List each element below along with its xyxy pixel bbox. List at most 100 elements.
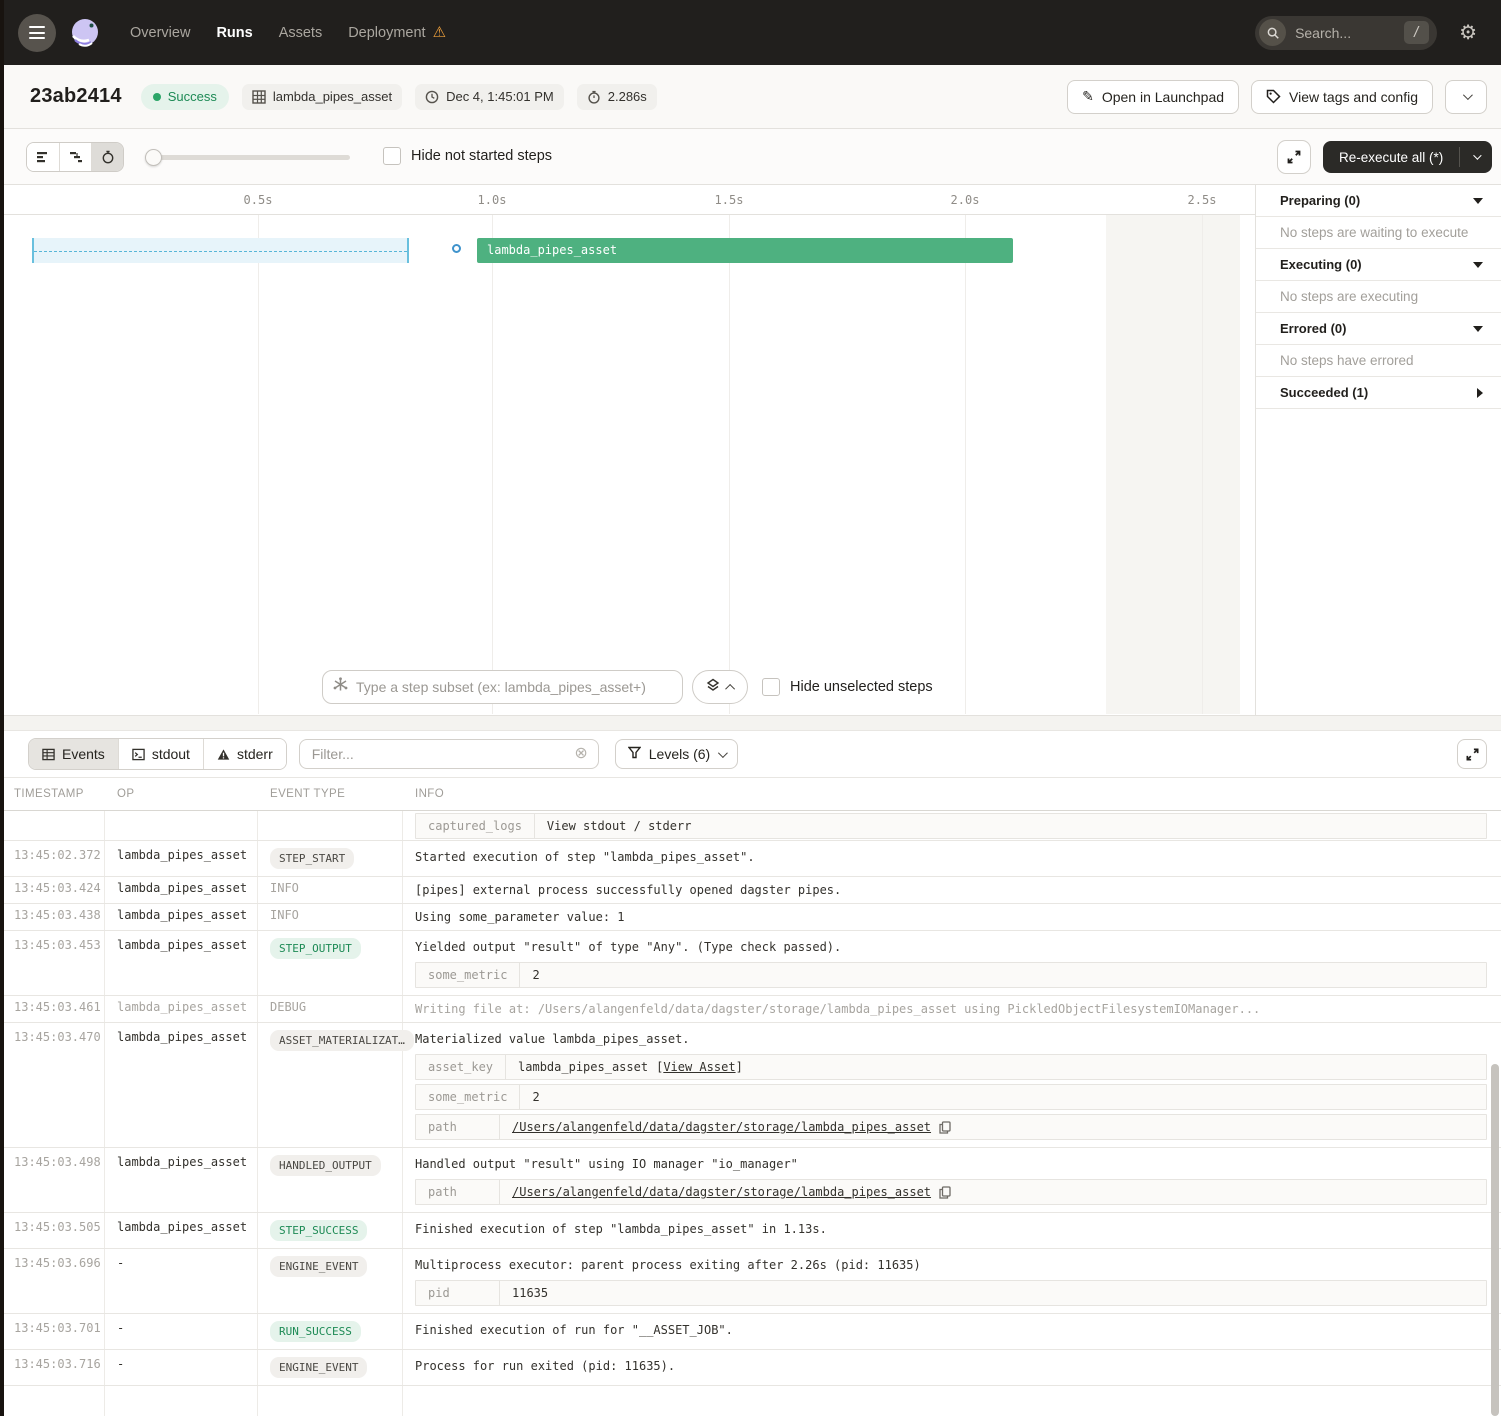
view-waterfall-button[interactable]: [59, 143, 91, 171]
step-layers-button[interactable]: [692, 670, 748, 704]
sidebar-section-title: Succeeded (1): [1280, 385, 1477, 400]
view-tags-config-button[interactable]: View tags and config: [1251, 80, 1433, 114]
nav-item-label: Overview: [130, 25, 190, 41]
tab-stdout[interactable]: stdout: [118, 739, 203, 769]
event-row[interactable]: 13:45:03.453lambda_pipes_assetSTEP_OUTPU…: [0, 931, 1501, 996]
event-metadata-table: asset_keylambda_pipes_asset[View Asset]s…: [415, 1054, 1487, 1140]
gear-icon[interactable]: ⚙: [1459, 23, 1477, 43]
filter-clear-icon[interactable]: ⊗: [574, 746, 587, 762]
metadata-path-link[interactable]: /Users/alangenfeld/data/dagster/storage/…: [512, 1120, 931, 1134]
job-tag[interactable]: lambda_pipes_asset: [242, 84, 402, 110]
zoom-slider-track[interactable]: [153, 155, 350, 160]
metadata-value-text: View stdout / stderr: [547, 819, 692, 833]
hide-not-started-control: Hide not started steps: [383, 147, 552, 165]
search-placeholder: Search...: [1295, 25, 1404, 41]
event-row[interactable]: 13:45:03.461lambda_pipes_assetDEBUGWriti…: [0, 996, 1501, 1023]
sidebar-section-errored[interactable]: Errored (0): [1256, 313, 1501, 345]
start-time-tag: Dec 4, 1:45:01 PM: [415, 84, 564, 110]
event-info: Using some_parameter value: 1: [403, 904, 1501, 930]
layers-icon: [706, 678, 720, 697]
panel-splitter[interactable]: [0, 715, 1501, 731]
clock-icon: [425, 90, 439, 104]
event-row[interactable]: 13:45:03.505lambda_pipes_assetSTEP_SUCCE…: [0, 1213, 1501, 1249]
reexecute-all-button[interactable]: Re-execute all (*): [1323, 141, 1492, 173]
event-info-text: Yielded output "result" of type "Any". (…: [415, 938, 1487, 956]
metadata-entry: asset_keylambda_pipes_asset[View Asset]: [415, 1054, 1487, 1080]
step-subset-icon: [333, 677, 348, 697]
step-subset-input[interactable]: [356, 679, 672, 695]
dagster-logo[interactable]: [64, 12, 106, 54]
event-op: [105, 811, 258, 840]
event-op: lambda_pipes_asset: [105, 904, 258, 930]
top-navbar: Overview Runs Assets Deployment⚠ Search... …: [0, 0, 1501, 65]
event-type: ENGINE_EVENT: [258, 1350, 403, 1385]
hide-unselected-checkbox[interactable]: [762, 678, 780, 696]
event-type: STEP_START: [258, 841, 403, 876]
event-row[interactable]: 13:45:03.424lambda_pipes_assetINFO[pipes…: [0, 877, 1501, 904]
levels-dropdown-button[interactable]: Levels (6): [615, 739, 738, 769]
event-info: [pipes] external process successfully op…: [403, 877, 1501, 903]
table-icon: [42, 748, 55, 761]
gantt-chart: 0.5s1.0s1.5s2.0s2.5s: [0, 185, 1255, 715]
view-flat-button[interactable]: [27, 143, 59, 171]
gantt-step-marker-icon[interactable]: [452, 244, 461, 253]
gantt-step-bar[interactable]: lambda_pipes_asset: [477, 238, 1013, 263]
event-row[interactable]: 13:45:03.696-ENGINE_EVENTMultiprocess ex…: [0, 1249, 1501, 1314]
event-metadata-table: some_metric2: [415, 962, 1487, 988]
copy-icon[interactable]: [939, 1121, 951, 1134]
timeline-tick: 2.5s: [1188, 193, 1217, 207]
event-op: -: [105, 1350, 258, 1385]
tab-events[interactable]: Events: [29, 739, 118, 769]
event-info-text: Writing file at: /Users/alangenfeld/data…: [415, 1000, 1487, 1018]
zoom-slider-knob[interactable]: [145, 149, 162, 166]
gantt-view-switcher: [26, 142, 124, 172]
metadata-entry: some_metric2: [415, 962, 1487, 988]
run-more-actions-button[interactable]: [1445, 80, 1487, 114]
metadata-value: /Users/alangenfeld/data/dagster/storage/…: [500, 1185, 963, 1199]
metadata-path-link[interactable]: /Users/alangenfeld/data/dagster/storage/…: [512, 1185, 931, 1199]
sidebar-section-succeeded[interactable]: Succeeded (1): [1256, 377, 1501, 409]
event-row[interactable]: 13:45:03.716-ENGINE_EVENTProcess for run…: [0, 1350, 1501, 1386]
event-info-text: Process for run exited (pid: 11635).: [415, 1357, 1487, 1375]
log-filter-input[interactable]: [312, 746, 575, 762]
tab-stderr[interactable]: stderr: [203, 739, 286, 769]
event-row[interactable]: 13:45:03.438lambda_pipes_assetINFOUsing …: [0, 904, 1501, 931]
column-header-timestamp: TIMESTAMP: [0, 778, 105, 810]
event-row[interactable]: 13:45:03.498lambda_pipes_assetHANDLED_OU…: [0, 1148, 1501, 1213]
run-header: 23ab2414 Success lambda_pipes_asset Dec …: [0, 65, 1501, 129]
sidebar-section-executing[interactable]: Executing (0): [1256, 249, 1501, 281]
column-header-info: INFO: [403, 778, 1501, 810]
event-timestamp: 13:45:03.498: [0, 1148, 105, 1212]
events-table-filler: [0, 1386, 1501, 1416]
event-type: DEBUG: [258, 996, 403, 1022]
reexecute-options-button[interactable]: [1460, 141, 1492, 173]
timeline-tick: 1.0s: [478, 193, 507, 207]
open-in-launchpad-button[interactable]: ✎ Open in Launchpad: [1067, 80, 1239, 114]
nav-item-assets[interactable]: Assets: [279, 25, 323, 41]
hide-not-started-checkbox[interactable]: [383, 147, 401, 165]
copy-icon[interactable]: [939, 1186, 951, 1199]
nav-item-overview[interactable]: Overview: [130, 25, 190, 41]
zoom-slider[interactable]: [145, 149, 350, 165]
step-status-sidebar: Preparing (0)No steps are waiting to exe…: [1255, 185, 1501, 715]
event-op: lambda_pipes_asset: [105, 1023, 258, 1147]
event-row[interactable]: 13:45:03.701-RUN_SUCCESSFinished executi…: [0, 1314, 1501, 1350]
view-timed-button[interactable]: [91, 143, 123, 171]
view-asset-link[interactable]: View Asset: [663, 1060, 735, 1074]
gantt-fullscreen-button[interactable]: [1277, 140, 1311, 174]
run-id: 23ab2414: [30, 85, 122, 108]
event-timestamp: 13:45:03.424: [0, 877, 105, 903]
menu-button[interactable]: [18, 14, 56, 52]
gantt-canvas[interactable]: Hide unselected steps lambda_pipes_asset: [0, 215, 1255, 714]
event-row[interactable]: captured_logsView stdout / stderr: [0, 811, 1501, 841]
event-row[interactable]: 13:45:03.470lambda_pipes_assetASSET_MATE…: [0, 1023, 1501, 1148]
sidebar-section-preparing[interactable]: Preparing (0): [1256, 185, 1501, 217]
nav-item-deployment[interactable]: Deployment⚠: [348, 25, 446, 41]
event-row[interactable]: 13:45:02.372lambda_pipes_assetSTEP_START…: [0, 841, 1501, 877]
metadata-key: asset_key: [416, 1055, 506, 1079]
events-fullscreen-button[interactable]: [1457, 739, 1487, 769]
events-scrollbar-thumb[interactable]: [1491, 1064, 1499, 1416]
search-input[interactable]: Search... /: [1255, 16, 1437, 50]
nav-item-runs[interactable]: Runs: [216, 25, 252, 41]
caret-down-icon: [1473, 198, 1483, 204]
